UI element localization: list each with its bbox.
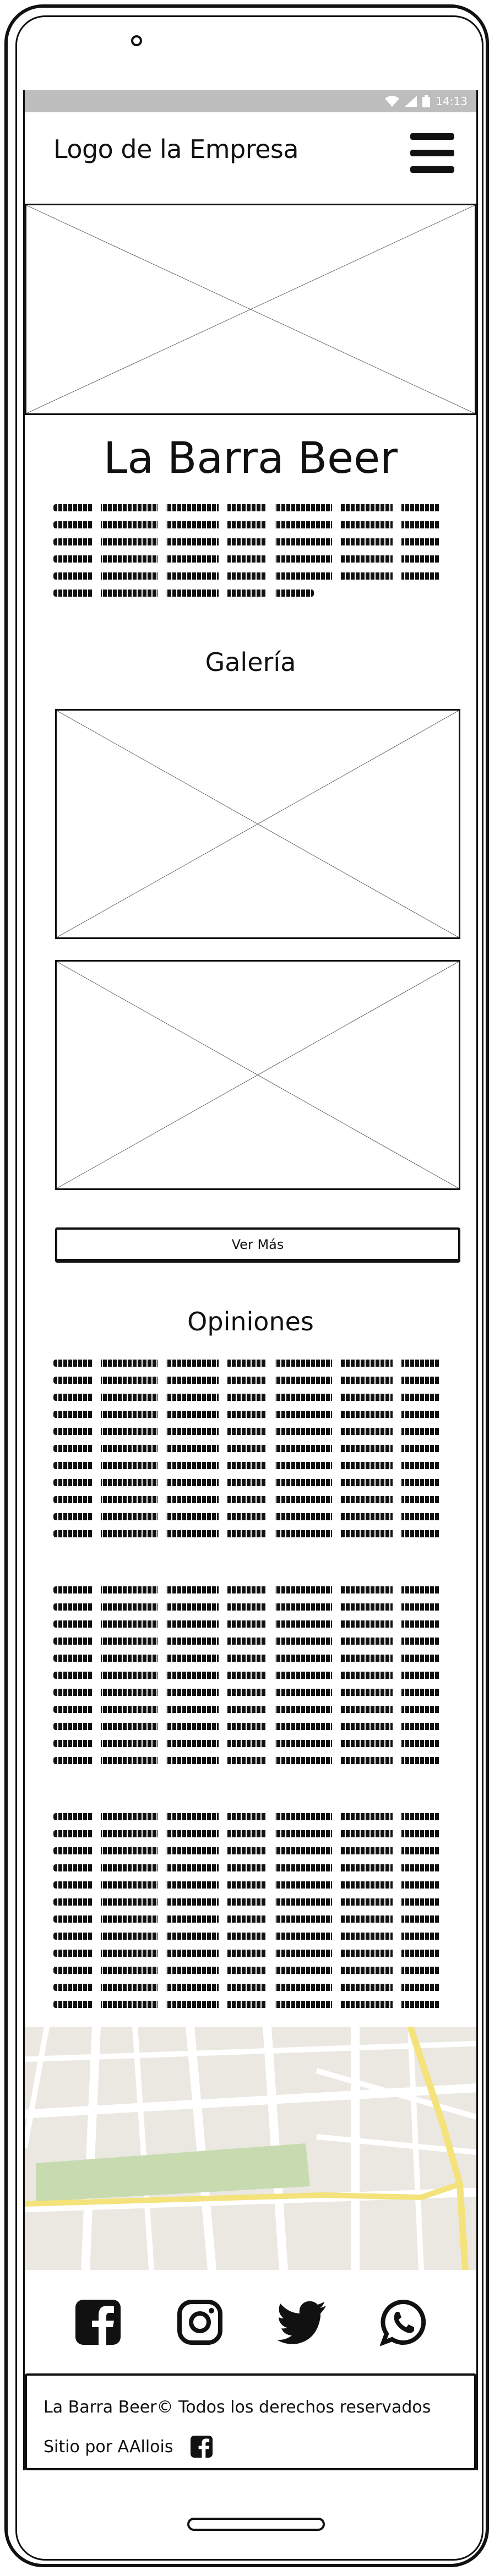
hero-image-placeholder bbox=[25, 204, 476, 415]
page-title: La Barra Beer bbox=[103, 434, 398, 483]
phone-screen: 14:13 Logo de la Empresa La Barra Beer G… bbox=[23, 90, 478, 2470]
company-logo[interactable]: Logo de la Empresa bbox=[53, 134, 299, 164]
status-time: 14:13 bbox=[436, 95, 468, 108]
gallery-title: Galería bbox=[205, 647, 296, 677]
footer-copyright: La Barra Beer© Todos los derechos reserv… bbox=[44, 2398, 431, 2417]
facebook-icon[interactable] bbox=[73, 2297, 123, 2348]
signal-icon bbox=[405, 96, 417, 107]
location-map[interactable] bbox=[25, 2027, 476, 2270]
instagram-icon[interactable] bbox=[175, 2297, 225, 2348]
review-item bbox=[53, 1813, 448, 2018]
page-footer: La Barra Beer© Todos los derechos reserv… bbox=[25, 2373, 476, 2470]
whatsapp-icon[interactable] bbox=[378, 2297, 429, 2348]
review-item bbox=[53, 1360, 448, 1547]
camera-icon bbox=[131, 35, 142, 46]
reviews-title: Opiniones bbox=[187, 1307, 314, 1336]
gallery-image-placeholder[interactable] bbox=[55, 709, 460, 939]
footer-credit: Sitio por AAllois bbox=[44, 2437, 173, 2457]
social-links bbox=[25, 2292, 476, 2353]
hamburger-menu-icon[interactable] bbox=[410, 133, 454, 173]
ver-mas-button[interactable]: Ver Más bbox=[55, 1227, 460, 1263]
status-bar: 14:13 bbox=[25, 90, 476, 112]
battery-icon bbox=[422, 95, 431, 107]
intro-paragraph bbox=[53, 504, 448, 607]
twitter-icon[interactable] bbox=[276, 2297, 327, 2348]
home-button[interactable] bbox=[187, 2518, 325, 2531]
footer-facebook-icon[interactable] bbox=[190, 2435, 213, 2458]
wifi-icon bbox=[385, 96, 400, 107]
review-item bbox=[53, 1586, 448, 1774]
gallery-image-placeholder[interactable] bbox=[55, 960, 460, 1190]
